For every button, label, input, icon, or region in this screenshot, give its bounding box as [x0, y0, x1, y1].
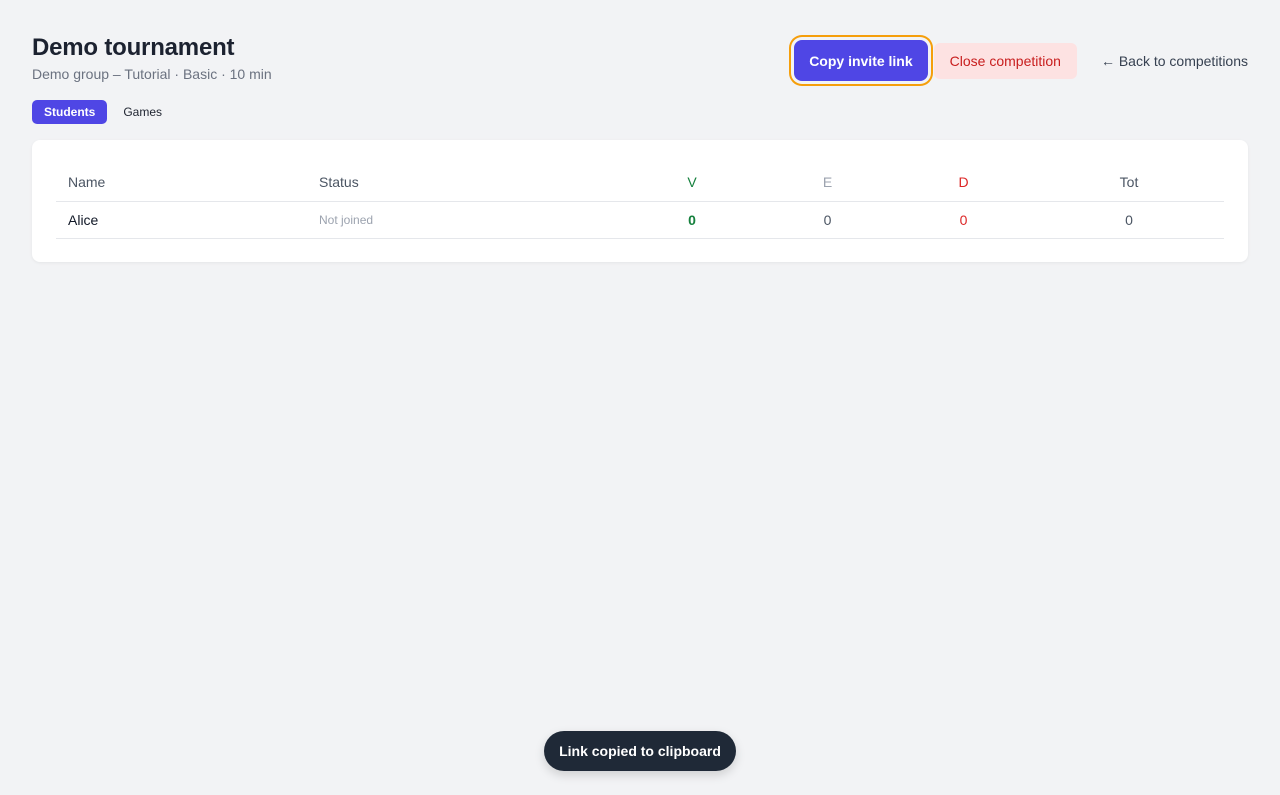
tab-games[interactable]: Games — [111, 100, 174, 124]
students-card: Name Status V E D Tot Alice Not joined 0… — [32, 140, 1248, 262]
column-header-name: Name — [56, 164, 307, 202]
toast-notification: Link copied to clipboard — [544, 731, 736, 771]
copy-invite-link-button[interactable]: Copy invite link — [794, 40, 928, 81]
back-to-competitions-link[interactable]: ← Back to competitions — [1101, 53, 1248, 69]
student-name: Alice — [56, 201, 307, 239]
student-status: Not joined — [307, 201, 622, 239]
column-header-d: D — [893, 164, 1034, 202]
table-row: Alice Not joined 0 0 0 0 — [56, 201, 1224, 239]
column-header-status: Status — [307, 164, 622, 202]
header-actions: Copy invite link Close competition ← Bac… — [789, 36, 1248, 85]
column-header-tot: Tot — [1034, 164, 1224, 202]
page-title: Demo tournament — [32, 34, 235, 61]
page-subtitle: Demo group – Tutorial · Basic · 10 min — [32, 66, 272, 82]
student-wins: 0 — [622, 201, 762, 239]
table-header-row: Name Status V E D Tot — [56, 164, 1224, 202]
tab-bar: Students Games — [32, 100, 174, 124]
page-header: Demo tournament Demo group – Tutorial · … — [32, 33, 272, 83]
students-table: Name Status V E D Tot Alice Not joined 0… — [56, 164, 1224, 239]
tab-students[interactable]: Students — [32, 100, 108, 124]
close-competition-button[interactable]: Close competition — [933, 42, 1077, 79]
column-header-e: E — [762, 164, 893, 202]
student-total: 0 — [1034, 201, 1224, 239]
page: Demo tournament Demo group – Tutorial · … — [0, 0, 1280, 795]
column-header-v: V — [622, 164, 762, 202]
student-draws: 0 — [762, 201, 893, 239]
student-losses: 0 — [893, 201, 1034, 239]
